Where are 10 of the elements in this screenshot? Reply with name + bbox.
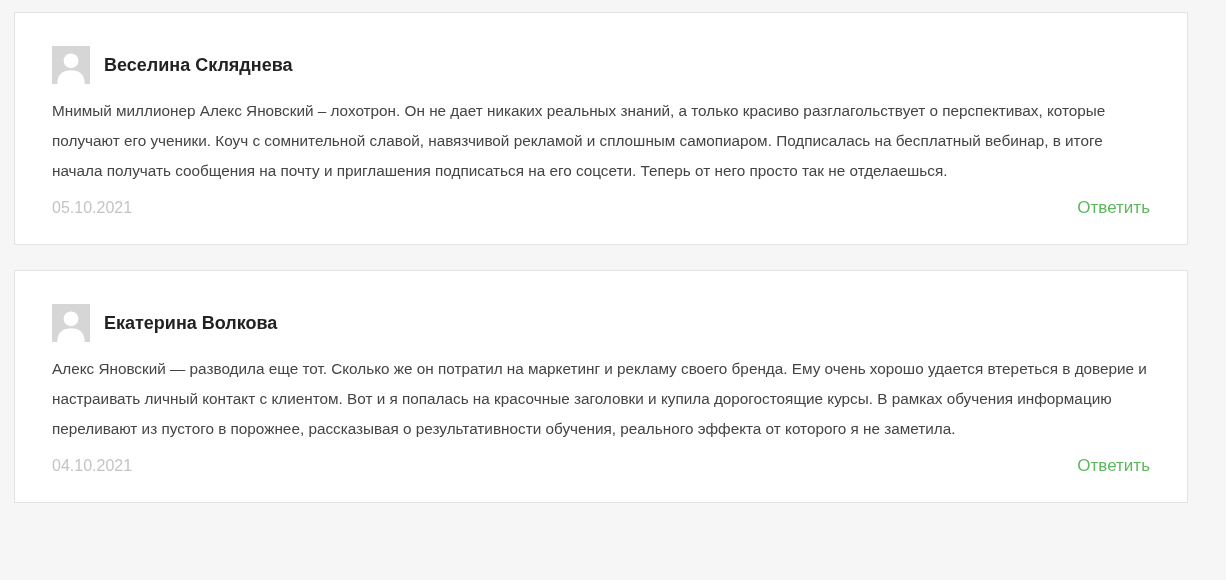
comment-text: Мнимый миллионер Алекс Яновский – лохотрон. Он не дает никаких реальных знаний, а только красиво разглагольствует о перспективах, которые получают его ученики. Коуч с сомнительной славой, навязчивой рекламой и сплошным самопиаром. Подписалась на бесплатный вебинар, в итоге начала получать сообщения на почту и приглашения подписаться на его соцсети. Теперь от него просто так не отделаешься.	[52, 101, 1107, 181]
comment-date: 04.10.2021	[52, 457, 133, 475]
avatar-icon	[52, 46, 90, 84]
author-name: Екатерина Волкова	[104, 312, 278, 334]
reply-link[interactable]: Ответить	[1077, 198, 1150, 218]
reply-link[interactable]: Ответить	[1077, 456, 1150, 476]
comment-text: Алекс Яновский — разводила еще тот. Сколько же он потратил на маркетинг и рекламу своего бренда. Ему очень хорошо удается втереться в доверие и настраивать личный контакт с клиентом. Вот и я попалась на красочные заголовки и купила дорогостоящие курсы. В рамках обучения информацию переливают из пустого в порожнее, рассказывая о результативности обучения, реального эффекта от которого я не заметила.	[52, 359, 1148, 439]
avatar-icon	[52, 304, 90, 342]
comment-date: 05.10.2021	[52, 199, 133, 217]
author-name: Веселина Скляднева	[104, 54, 293, 76]
